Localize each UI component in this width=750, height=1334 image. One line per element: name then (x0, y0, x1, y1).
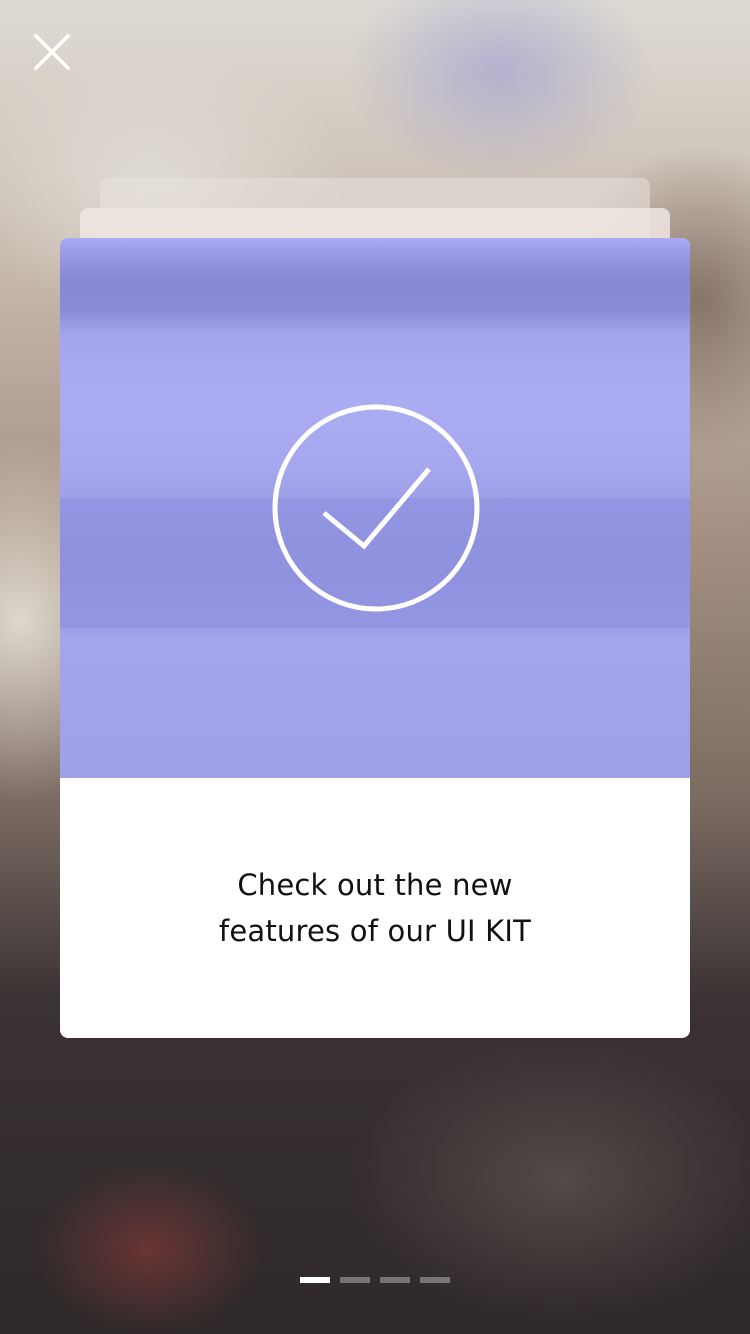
onboarding-screen: Check out the new features of our UI KIT (0, 0, 750, 1334)
page-indicator-dot-4[interactable] (420, 1277, 450, 1283)
check-circle-icon (272, 404, 480, 612)
page-indicator (300, 1277, 450, 1283)
page-indicator-dot-2[interactable] (340, 1277, 370, 1283)
caption-line-1: Check out the new (237, 868, 513, 902)
close-icon (33, 33, 71, 71)
hero-treeline (60, 238, 690, 328)
hero-grass-band (60, 638, 690, 778)
close-button[interactable] (28, 28, 76, 76)
onboarding-card[interactable]: Check out the new features of our UI KIT (60, 238, 690, 1038)
page-indicator-dot-3[interactable] (380, 1277, 410, 1283)
page-indicator-dot-1[interactable] (300, 1277, 330, 1283)
card-hero-image (60, 238, 690, 778)
caption-text: Check out the new features of our UI KIT (219, 862, 531, 954)
card-caption: Check out the new features of our UI KIT (60, 778, 690, 1038)
caption-line-2: features of our UI KIT (218, 914, 532, 948)
